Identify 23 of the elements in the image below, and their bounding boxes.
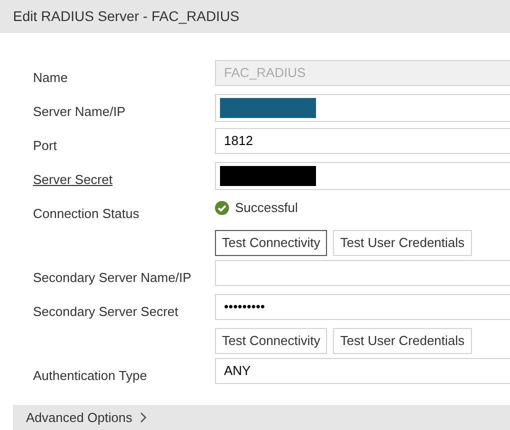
text-field[interactable] — [215, 94, 510, 122]
text-field[interactable] — [215, 162, 510, 190]
advanced-options-bar[interactable]: Advanced Options — [13, 405, 510, 430]
test-button[interactable]: Test User Credentials — [333, 230, 472, 256]
field-label: Server Name/IP — [33, 104, 126, 119]
test-button[interactable]: Test Connectivity — [215, 328, 328, 354]
text-field[interactable]: ANY — [215, 358, 510, 384]
field-label: Port — [33, 138, 57, 153]
test-button[interactable]: Test Connectivity — [215, 230, 328, 256]
field-label: Secondary Server Secret — [33, 304, 178, 319]
dialog-title: Edit RADIUS Server - FAC_RADIUS — [13, 7, 240, 26]
text-field[interactable]: 1812 — [215, 128, 510, 154]
text-field[interactable] — [215, 260, 510, 286]
test-button[interactable]: Test User Credentials — [333, 328, 472, 354]
field-label: Name — [33, 70, 68, 85]
text-field[interactable]: ••••••••• — [215, 294, 510, 320]
field-label: Authentication Type — [33, 368, 147, 383]
status-text: Successful — [235, 199, 298, 217]
check-icon — [215, 200, 229, 215]
chevron-icon — [140, 412, 148, 423]
field-label: Secondary Server Name/IP — [33, 270, 192, 285]
server-secret-link[interactable]: Server Secret — [33, 172, 112, 187]
field-label: Connection Status — [33, 206, 140, 221]
